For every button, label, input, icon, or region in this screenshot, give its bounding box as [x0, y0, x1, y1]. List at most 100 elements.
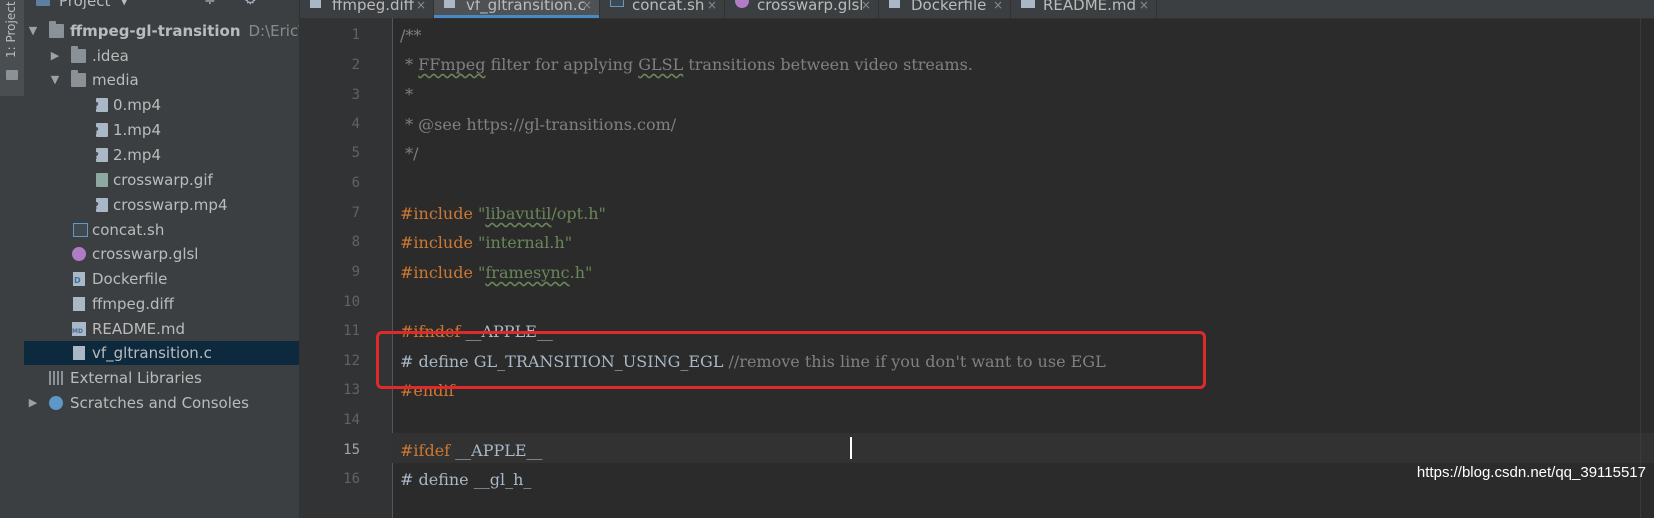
- library-icon: [49, 371, 65, 385]
- code-line-1[interactable]: /**: [400, 26, 421, 45]
- chevron-down-icon[interactable]: ▼: [120, 0, 128, 7]
- tree-item-label: 2.mp4: [113, 146, 161, 164]
- tree-item-path: D:\Eric\coc: [248, 22, 300, 40]
- unknown-file-icon: ?: [93, 98, 108, 112]
- code-line-3[interactable]: *: [400, 85, 413, 104]
- tree-item-label: crosswarp.mp4: [113, 196, 228, 214]
- line-number-gutter: 1 2 3 4 5 6 7 8 9 10 11 12 13 14 15 16: [300, 18, 393, 518]
- code-line-7[interactable]: #include "libavutil/opt.h": [400, 204, 606, 223]
- tree-item-external-libraries[interactable]: External Libraries: [24, 366, 299, 390]
- tree-item-crosswarp-mp4[interactable]: ? crosswarp.mp4: [24, 193, 299, 217]
- close-icon[interactable]: ×: [707, 0, 717, 11]
- code-token: filter for applying: [485, 55, 639, 74]
- tree-item-label: External Libraries: [70, 369, 202, 387]
- tree-item-label: Dockerfile: [92, 270, 168, 288]
- hide-icon[interactable]: —: [274, 0, 288, 6]
- annotation-highlight-box: [376, 331, 1206, 389]
- tree-item-crosswarp-gif[interactable]: crosswarp.gif: [24, 168, 299, 192]
- code-token: #include: [400, 263, 479, 282]
- code-token: framesync: [485, 263, 570, 282]
- line-number: 13: [343, 382, 360, 398]
- chevron-down-icon[interactable]: ▼: [49, 68, 61, 92]
- code-line-2[interactable]: * FFmpeg filter for applying GLSL transi…: [400, 55, 973, 74]
- gear-icon[interactable]: ⚙: [244, 0, 257, 8]
- tree-item-label: concat.sh: [92, 221, 165, 239]
- markdown-file-icon: [72, 322, 86, 336]
- tab-label: README.md: [1043, 0, 1137, 14]
- image-file-icon: [96, 173, 108, 187]
- code-line-4[interactable]: * @see https://gl-transitions.com/: [400, 115, 676, 134]
- project-tool-window-button[interactable]: 1: Project: [0, 0, 24, 96]
- line-number: 6: [351, 175, 360, 191]
- chevron-down-icon[interactable]: ▼: [27, 19, 39, 43]
- folder-icon: [49, 21, 64, 38]
- code-token: #ifdef: [400, 441, 451, 460]
- close-icon[interactable]: ×: [861, 0, 871, 11]
- folder-icon: [71, 70, 86, 87]
- tree-item-label: 0.mp4: [113, 96, 161, 114]
- line-number: 3: [351, 87, 360, 103]
- tab-dockerfile[interactable]: Dockerfile ×: [879, 0, 1011, 18]
- markdown-file-icon: [1021, 0, 1035, 8]
- close-icon[interactable]: ×: [993, 0, 1003, 11]
- project-tool-window-label: 1: Project: [4, 1, 18, 58]
- code-token: FFmpeg: [418, 55, 486, 74]
- tree-item-1-mp4[interactable]: ? 1.mp4: [24, 118, 299, 142]
- project-panel: Project ▼ ≑ ⚙ — ▼ ffmpeg-gl-transition D:…: [24, 0, 300, 518]
- code-token: .h": [569, 263, 593, 282]
- code-line-9[interactable]: #include "framesync.h": [400, 263, 592, 282]
- code-token: transitions between video streams.: [683, 55, 973, 74]
- tree-item-0-mp4[interactable]: ? 0.mp4: [24, 93, 299, 117]
- tree-item-scratches[interactable]: ▶ Scratches and Consoles: [24, 391, 299, 415]
- code-line-15[interactable]: #ifdef __APPLE__: [400, 441, 543, 460]
- tab-vf-gltransition[interactable]: vf_gltransition.c ×: [434, 0, 600, 18]
- folder-icon: [71, 46, 86, 63]
- tab-concat-sh[interactable]: concat.sh ×: [600, 0, 725, 18]
- tree-item-label: .idea: [92, 47, 129, 65]
- tree-item-dockerfile[interactable]: Dockerfile: [24, 267, 299, 291]
- caret-row-highlight: [392, 433, 1654, 463]
- tab-ffmpeg-diff[interactable]: ffmpeg.diff ×: [300, 0, 434, 18]
- code-token: GLSL: [638, 55, 684, 74]
- tree-item-root[interactable]: ▼ ffmpeg-gl-transition D:\Eric\coc: [24, 19, 299, 43]
- tree-item-readme[interactable]: README.md: [24, 317, 299, 341]
- glsl-file-icon: [72, 247, 86, 261]
- line-number: 12: [343, 353, 360, 369]
- code-token: /opt.h": [551, 204, 606, 223]
- tree-item-label: README.md: [92, 320, 186, 338]
- collapse-all-icon[interactable]: ≑: [204, 0, 216, 8]
- watermark: https://blog.csdn.net/qq_39115517: [1416, 464, 1646, 481]
- tree-item-label: crosswarp.gif: [113, 171, 213, 189]
- code-line-16[interactable]: # define __gl_h_: [400, 470, 531, 489]
- unknown-file-icon: ?: [93, 148, 108, 162]
- dockerfile-icon: [73, 272, 85, 286]
- tree-item-label: 1.mp4: [113, 121, 161, 139]
- tree-item-ffmpeg-diff[interactable]: ffmpeg.diff: [24, 292, 299, 316]
- line-number: 2: [351, 57, 360, 73]
- line-number: 14: [343, 412, 360, 428]
- editor-tab-bar: ffmpeg.diff × vf_gltransition.c × concat…: [300, 0, 1654, 19]
- chevron-right-icon[interactable]: ▶: [27, 391, 39, 415]
- chevron-right-icon[interactable]: ▶: [49, 44, 61, 68]
- tree-item-label: ffmpeg-gl-transition: [70, 22, 241, 40]
- tree-item-media[interactable]: ▼ media: [24, 68, 299, 92]
- project-view-selector[interactable]: Project: [59, 0, 110, 10]
- line-number: 9: [351, 264, 360, 280]
- tree-item-vf-gltransition[interactable]: vf_gltransition.c: [24, 341, 299, 365]
- tree-item-crosswarp-glsl[interactable]: crosswarp.glsl: [24, 242, 299, 266]
- text-cursor: [850, 437, 852, 459]
- shell-script-icon: [73, 223, 88, 237]
- close-icon[interactable]: ×: [582, 0, 592, 11]
- tab-crosswarp-glsl[interactable]: crosswarp.glsl ×: [725, 0, 879, 18]
- tree-item-concat-sh[interactable]: concat.sh: [24, 218, 299, 242]
- tree-item-2-mp4[interactable]: ? 2.mp4: [24, 143, 299, 167]
- right-margin-guide: [1640, 18, 1641, 518]
- close-icon[interactable]: ×: [416, 0, 426, 11]
- glsl-file-icon: [735, 0, 749, 8]
- tree-item-idea[interactable]: ▶ .idea: [24, 44, 299, 68]
- tab-readme[interactable]: README.md ×: [1011, 0, 1157, 18]
- dockerfile-icon: [889, 0, 900, 8]
- code-line-5[interactable]: */: [400, 144, 418, 163]
- close-icon[interactable]: ×: [1139, 0, 1149, 11]
- code-line-8[interactable]: #include "internal.h": [400, 233, 572, 252]
